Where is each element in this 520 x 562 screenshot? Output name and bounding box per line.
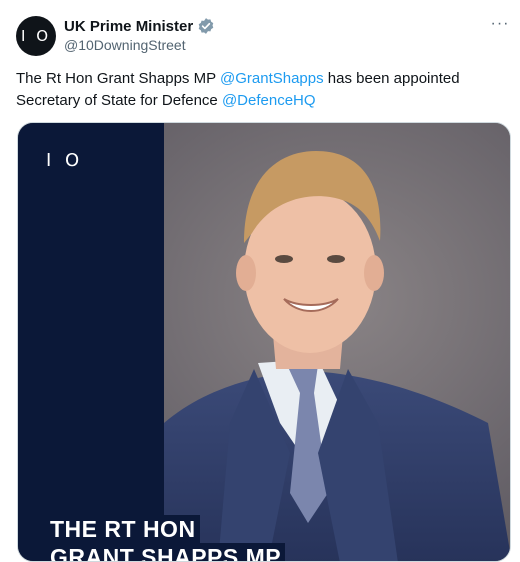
tweet-text-part: Secretary of State for Defence xyxy=(16,92,222,109)
tweet-media-image[interactable]: I O THE RT HON GRANT SHAPPS MP xyxy=(17,122,511,562)
banner-logo-text: I O xyxy=(46,150,84,171)
handle[interactable]: @10DowningStreet xyxy=(64,37,186,53)
author-name-row[interactable]: UK Prime Minister xyxy=(64,17,215,35)
tweet-text-part: has been appointed xyxy=(323,70,460,87)
verified-badge-icon xyxy=(197,17,215,35)
more-options-glyph: ··· xyxy=(490,15,510,32)
mention-link-defencehq[interactable]: @DefenceHQ xyxy=(222,92,316,109)
avatar-logo-text: I O xyxy=(21,27,51,45)
avatar[interactable]: I O xyxy=(16,16,56,56)
display-name[interactable]: UK Prime Minister xyxy=(64,18,193,35)
tweet-text-part: The Rt Hon Grant Shapps MP xyxy=(16,70,220,87)
tweet-text: The Rt Hon Grant Shapps MP @GrantShapps … xyxy=(16,68,506,112)
mention-link-grantshapps[interactable]: @GrantShapps xyxy=(220,70,324,87)
more-options-icon[interactable]: ··· xyxy=(488,14,512,34)
portrait-illustration xyxy=(18,123,510,561)
caption-line-2: GRANT SHAPPS MP xyxy=(46,543,286,561)
caption-line-1: THE RT HON xyxy=(46,515,200,543)
navy-side-panel xyxy=(18,123,164,561)
